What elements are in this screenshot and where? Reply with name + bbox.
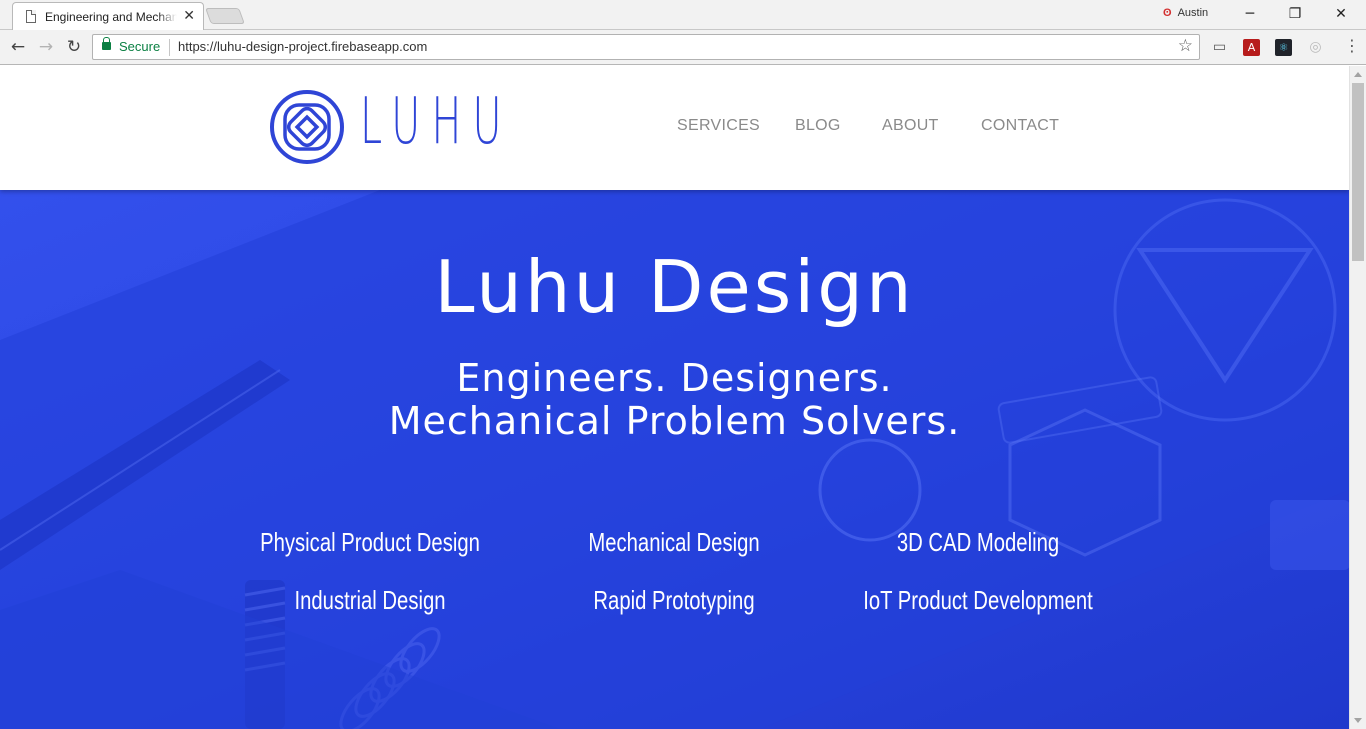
close-window-button[interactable]: ✕ [1326,3,1356,25]
page-icon [26,10,36,23]
back-button[interactable]: ← [6,35,30,59]
new-tab-button[interactable] [205,8,245,24]
service-mechanical-design: Mechanical Design [588,527,760,557]
browser-tab[interactable]: Engineering and Mechanical Design ✕ [12,2,204,30]
url-text[interactable]: https://luhu-design-project.firebaseapp.… [178,39,427,54]
bookmark-star-icon[interactable]: ☆ [1178,36,1193,56]
address-bar[interactable]: Secure https://luhu-design-project.fireb… [92,34,1200,60]
hero-section: Luhu Design Engineers. Designers. Mechan… [0,190,1349,729]
browser-toolbar: ← → ↻ Secure https://luhu-design-project… [0,30,1366,65]
restore-button[interactable]: ❐ [1280,3,1310,25]
tab-title: Engineering and Mechanical Design [45,10,177,24]
minimize-button[interactable]: ─ [1235,3,1265,25]
hero-subtitle-line2: Mechanical Problem Solvers. [388,399,961,443]
hero-subtitle-line1: Engineers. Designers. [456,356,893,400]
react-devtools-icon[interactable]: ⚛ [1275,39,1292,56]
close-tab-icon[interactable]: ✕ [183,8,195,24]
service-physical-product-design: Physical Product Design [260,527,480,557]
extension-icon[interactable]: ◎ [1307,39,1324,56]
service-rapid-prototyping: Rapid Prototyping [593,585,755,615]
tab-strip: Engineering and Mechanical Design ✕ ʘ Aus… [0,0,1366,30]
site-header: LUHU SERVICES BLOG ABOUT CONTACT [0,66,1349,190]
cast-icon[interactable]: ▭ [1211,39,1228,56]
profile-sync-icon: ʘ [1163,7,1172,19]
hero-title: Luhu Design [434,245,915,329]
service-industrial-design: Industrial Design [294,585,446,615]
reload-button[interactable]: ↻ [62,35,86,59]
profile-button[interactable]: ʘ Austin [1163,7,1208,19]
service-3d-cad-modeling: 3D CAD Modeling [896,527,1060,557]
forward-button[interactable]: → [34,35,58,59]
secure-label: Secure [119,39,161,54]
nav-contact[interactable]: CONTACT [981,117,1059,135]
chrome-menu-icon[interactable]: ⋮ [1344,36,1360,55]
page-viewport: LUHU SERVICES BLOG ABOUT CONTACT Luhu De… [0,66,1366,729]
omnibox-divider [169,39,170,56]
page-scrollbar[interactable] [1349,66,1366,729]
scrollbar-thumb[interactable] [1352,83,1364,261]
luhu-logo-icon[interactable] [269,89,345,165]
nav-blog[interactable]: BLOG [795,117,841,135]
logo-wordmark[interactable]: LUHU [360,90,513,154]
service-iot-product-development: IoT Product Development [863,585,1093,615]
profile-name: Austin [1177,7,1209,19]
pdf-extension-icon[interactable]: A [1243,39,1260,56]
scroll-down-arrow-icon[interactable] [1354,718,1362,723]
scroll-up-arrow-icon[interactable] [1354,72,1362,77]
nav-services[interactable]: SERVICES [677,117,760,135]
nav-about[interactable]: ABOUT [882,117,939,135]
lock-icon [102,37,111,50]
